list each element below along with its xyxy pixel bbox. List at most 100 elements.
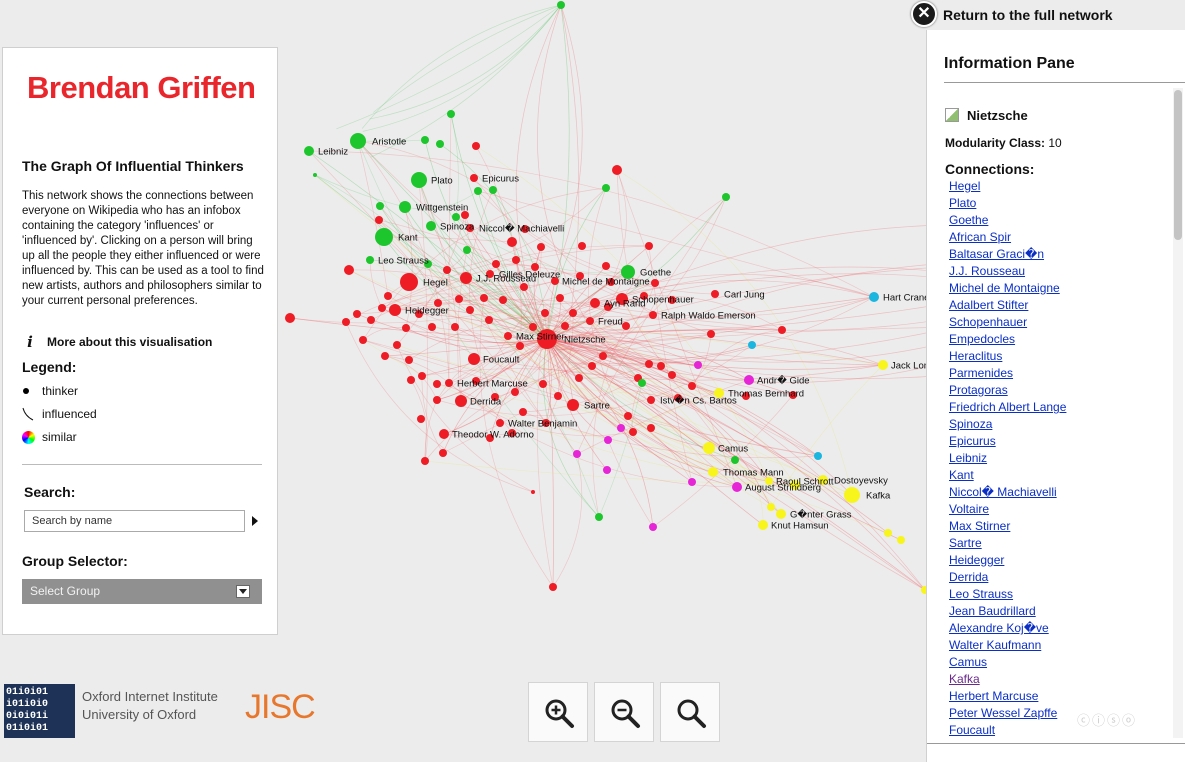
thinker-node[interactable] — [624, 412, 632, 420]
thinker-node[interactable] — [869, 292, 879, 302]
thinker-node[interactable] — [578, 242, 586, 250]
zoom-reset-button[interactable] — [660, 682, 720, 742]
thinker-node[interactable] — [472, 142, 480, 150]
connection-link[interactable]: Heidegger — [949, 553, 1004, 567]
thinker-node[interactable] — [378, 304, 386, 312]
thinker-node[interactable] — [470, 174, 478, 182]
thinker-node[interactable] — [647, 424, 655, 432]
thinker-node[interactable] — [602, 262, 610, 270]
thinker-node[interactable] — [452, 213, 460, 221]
thinker-node[interactable] — [567, 399, 579, 411]
thinker-node[interactable] — [649, 311, 657, 319]
chevron-down-icon[interactable] — [236, 585, 250, 598]
thinker-node[interactable] — [418, 372, 426, 380]
thinker-node[interactable] — [638, 379, 646, 387]
zoom-in-button[interactable] — [528, 682, 588, 742]
thinker-node[interactable] — [622, 322, 630, 330]
thinker-node[interactable] — [744, 375, 754, 385]
about-link[interactable]: i More about this visualisation — [22, 333, 212, 351]
thinker-node[interactable] — [516, 342, 524, 350]
thinker-node[interactable] — [617, 424, 625, 432]
thinker-node[interactable] — [436, 140, 444, 148]
thinker-node[interactable] — [776, 509, 786, 519]
thinker-node[interactable] — [519, 408, 527, 416]
thinker-node[interactable] — [722, 193, 730, 201]
thinker-node[interactable] — [504, 332, 512, 340]
thinker-node[interactable] — [531, 490, 535, 494]
thinker-node[interactable] — [451, 323, 459, 331]
connection-link[interactable]: Hegel — [949, 179, 980, 193]
thinker-node[interactable] — [376, 202, 384, 210]
thinker-node[interactable] — [657, 362, 665, 370]
connection-link[interactable]: Niccol� Machiavelli — [949, 485, 1057, 499]
thinker-node[interactable] — [367, 316, 375, 324]
thinker-node[interactable] — [604, 436, 612, 444]
connection-link[interactable]: Schopenhauer — [949, 315, 1027, 329]
thinker-node[interactable] — [603, 466, 611, 474]
thinker-node[interactable] — [688, 382, 696, 390]
connection-link[interactable]: Michel de Montaigne — [949, 281, 1060, 295]
thinker-node[interactable] — [489, 186, 497, 194]
thinker-node[interactable] — [647, 396, 655, 404]
thinker-node[interactable] — [426, 221, 436, 231]
connection-link[interactable]: Max Stirner — [949, 519, 1010, 533]
connection-link[interactable]: Friedrich Albert Lange — [949, 400, 1066, 414]
thinker-node[interactable] — [711, 290, 719, 298]
thinker-node[interactable] — [460, 272, 472, 284]
thinker-node[interactable] — [375, 228, 393, 246]
thinker-node[interactable] — [433, 396, 441, 404]
thinker-node[interactable] — [844, 487, 860, 503]
thinker-node[interactable] — [447, 110, 455, 118]
thinker-node[interactable] — [455, 295, 463, 303]
connection-link[interactable]: Peter Wessel Zapffe — [949, 706, 1057, 720]
thinker-node[interactable] — [554, 392, 562, 400]
thinker-node[interactable] — [688, 478, 696, 486]
connection-link[interactable]: Heraclitus — [949, 349, 1002, 363]
thinker-node[interactable] — [629, 428, 637, 436]
connection-link[interactable]: African Spir — [949, 230, 1011, 244]
thinker-node[interactable] — [344, 265, 354, 275]
thinker-node[interactable] — [878, 360, 888, 370]
connection-link[interactable]: Sartre — [949, 536, 982, 550]
connection-link[interactable]: Plato — [949, 196, 976, 210]
thinker-node[interactable] — [468, 353, 480, 365]
connection-link[interactable]: Kafka — [949, 672, 980, 686]
thinker-node[interactable] — [595, 513, 603, 521]
thinker-node[interactable] — [285, 313, 295, 323]
thinker-node[interactable] — [778, 326, 786, 334]
connection-link[interactable]: Goethe — [949, 213, 988, 227]
connection-link[interactable]: Epicurus — [949, 434, 996, 448]
thinker-node[interactable] — [602, 184, 610, 192]
connection-link[interactable]: Spinoza — [949, 417, 992, 431]
thinker-node[interactable] — [707, 330, 715, 338]
thinker-node[interactable] — [389, 304, 401, 316]
thinker-node[interactable] — [529, 323, 537, 331]
thinker-node[interactable] — [569, 309, 577, 317]
connection-link[interactable]: Derrida — [949, 570, 988, 584]
thinker-node[interactable] — [443, 266, 451, 274]
thinker-node[interactable] — [586, 317, 594, 325]
thinker-node[interactable] — [433, 380, 441, 388]
group-select[interactable]: Select Group — [22, 579, 262, 604]
thinker-node[interactable] — [612, 165, 622, 175]
thinker-node[interactable] — [439, 429, 449, 439]
thinker-node[interactable] — [588, 362, 596, 370]
thinker-node[interactable] — [342, 318, 350, 326]
connection-link[interactable]: Jean Baudrillard — [949, 604, 1036, 618]
thinker-node[interactable] — [541, 309, 549, 317]
thinker-node[interactable] — [366, 256, 374, 264]
thinker-node[interactable] — [758, 520, 768, 530]
connection-link[interactable]: J.J. Rousseau — [949, 264, 1025, 278]
connection-link[interactable]: Adalbert Stifter — [949, 298, 1028, 312]
thinker-node[interactable] — [405, 356, 413, 364]
thinker-node[interactable] — [463, 246, 471, 254]
thinker-node[interactable] — [645, 360, 653, 368]
thinker-node[interactable] — [353, 310, 361, 318]
thinker-node[interactable] — [556, 294, 564, 302]
connection-link[interactable]: George Santayana — [949, 740, 1050, 741]
search-input[interactable] — [24, 510, 245, 532]
thinker-node[interactable] — [313, 173, 317, 177]
thinker-node[interactable] — [884, 529, 892, 537]
thinker-node[interactable] — [599, 352, 607, 360]
thinker-node[interactable] — [445, 379, 453, 387]
